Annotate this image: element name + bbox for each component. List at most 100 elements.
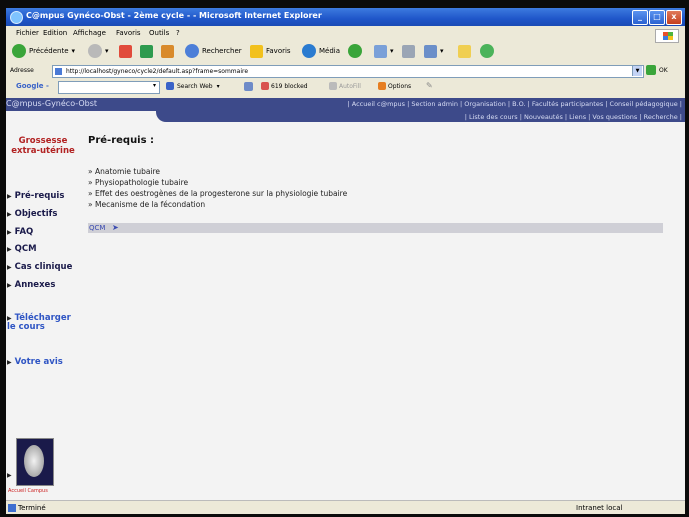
star-icon: [250, 44, 263, 58]
pencil-icon[interactable]: ✎: [426, 81, 433, 90]
top-nav-links[interactable]: | Accueil c@mpus | Section admin | Organ…: [347, 100, 682, 108]
popup-blocker-button[interactable]: 619 blocked: [261, 82, 308, 90]
next-section-bar: QCM ➤: [88, 223, 663, 233]
security-zone: Intranet local: [576, 504, 623, 512]
edit-button[interactable]: ▾: [424, 43, 444, 59]
popup-blocker-icon: [261, 82, 269, 90]
list-item: » Mecanisme de la fécondation: [88, 200, 206, 209]
site-header: C@mpus-Gynéco-Obst | Accueil c@mpus | Se…: [6, 98, 685, 111]
stop-button[interactable]: [119, 43, 132, 59]
list-item: » Anatomie tubaire: [88, 167, 161, 176]
google-logo[interactable]: Google -: [16, 82, 49, 90]
minimize-button[interactable]: _: [632, 10, 648, 25]
home-icon: [161, 44, 174, 58]
search-web-button[interactable]: Search Web ▾: [166, 82, 220, 90]
refresh-icon: [140, 44, 153, 58]
stop-icon: [119, 44, 132, 58]
menu-affichage[interactable]: Affichage: [73, 29, 106, 37]
sidebar-item-prerequis[interactable]: ▶ Pré-requis: [7, 191, 64, 201]
address-label: Adresse: [10, 67, 34, 74]
go-arrow-icon: [646, 65, 656, 75]
go-button[interactable]: OK: [646, 65, 668, 75]
print-icon: [402, 44, 415, 58]
bullet-arrow-icon: ▶: [7, 282, 12, 289]
ie-window: C@mpus Gynéco-Obst - 2ème cycle - - Micr…: [6, 8, 685, 514]
menu-edition[interactable]: Edition: [43, 29, 67, 37]
menu-bar: Fichier Edition Affichage Favoris Outils…: [6, 26, 685, 43]
site-brand[interactable]: C@mpus-Gynéco-Obst: [6, 99, 97, 108]
list-item: » Effet des oestrogènes de la progestero…: [88, 189, 348, 198]
status-text: Terminé: [18, 504, 46, 512]
chevron-down-icon: ▾: [71, 47, 76, 55]
messenger-button[interactable]: [480, 43, 494, 59]
google-search-icon: [166, 82, 174, 90]
campus-logo[interactable]: [16, 438, 54, 486]
sidebar-item-annexes[interactable]: ▶ Annexes: [7, 280, 55, 290]
folder-icon: [458, 44, 471, 58]
chevron-down-icon: ▾: [216, 82, 220, 90]
messenger-icon: [480, 44, 494, 58]
page-title: Pré-requis :: [88, 135, 155, 146]
chevron-down-icon: ▾: [390, 47, 394, 55]
mail-button[interactable]: ▾: [374, 43, 394, 59]
options-icon: [378, 82, 386, 90]
bullet-arrow-icon: ▶: [7, 359, 12, 366]
sidebar-item-faq[interactable]: ▶ FAQ: [7, 227, 33, 237]
campus-home-caption[interactable]: Accueil Campus: [8, 488, 48, 494]
chevron-down-icon[interactable]: ▼: [632, 66, 642, 76]
feedback-link[interactable]: ▶ Votre avis: [7, 357, 63, 367]
history-button[interactable]: [348, 43, 362, 59]
menu-fichier[interactable]: Fichier: [16, 29, 39, 37]
menu-favoris[interactable]: Favoris: [116, 29, 141, 37]
autofill-button[interactable]: AutoFill: [329, 82, 361, 90]
page-info-icon[interactable]: [244, 82, 253, 91]
media-button[interactable]: Média: [302, 43, 340, 59]
home-button[interactable]: [161, 43, 174, 59]
status-bar: Terminé Intranet local: [6, 500, 685, 514]
menu-help[interactable]: ?: [176, 29, 180, 37]
autofill-icon: [329, 82, 337, 90]
bullet-arrow-icon: ▶: [7, 229, 12, 236]
refresh-button[interactable]: [140, 43, 153, 59]
sub-nav: | Liste des cours | Nouveautés | Liens |…: [156, 111, 685, 122]
back-button[interactable]: Précédente ▾: [12, 43, 75, 59]
page-icon: [55, 68, 62, 75]
chevron-down-icon: ▾: [440, 47, 444, 55]
sub-nav-links[interactable]: | Liste des cours | Nouveautés | Liens |…: [465, 113, 682, 121]
menu-outils[interactable]: Outils: [149, 29, 169, 37]
history-icon: [348, 44, 362, 58]
chevron-down-icon[interactable]: ▾: [153, 82, 156, 89]
mail-icon: [374, 44, 387, 58]
options-button[interactable]: Options: [378, 82, 411, 90]
sidebar-item-cas-clinique[interactable]: ▶ Cas clinique: [7, 262, 72, 272]
standard-toolbar: Précédente ▾ ▾ Rechercher Favoris Média: [6, 40, 685, 62]
print-button[interactable]: [402, 43, 415, 59]
forward-button[interactable]: ▾: [88, 43, 109, 59]
ie-icon: [10, 11, 23, 24]
address-input[interactable]: http://localhost/gyneco/cycle2/default.a…: [52, 65, 644, 78]
window-title: C@mpus Gynéco-Obst - 2ème cycle - - Micr…: [26, 11, 322, 20]
course-sidebar: Grossesse extra-utérine ▶ Pré-requis ▶ Obj…: [6, 122, 82, 500]
title-bar: C@mpus Gynéco-Obst - 2ème cycle - - Micr…: [6, 8, 685, 26]
favorites-button[interactable]: Favoris: [250, 43, 291, 59]
maximize-button[interactable]: □: [649, 10, 665, 25]
arrow-right-icon[interactable]: ➤: [112, 223, 119, 232]
course-title: Grossesse extra-utérine: [11, 136, 75, 156]
close-button[interactable]: x: [666, 10, 682, 25]
search-button[interactable]: Rechercher: [185, 43, 242, 59]
web-page: C@mpus-Gynéco-Obst | Accueil c@mpus | Se…: [6, 98, 685, 500]
bullet-arrow-icon: ▶: [7, 193, 12, 200]
prerequisite-list: » Anatomie tubaire » Physiopathologie tu…: [88, 166, 347, 210]
sidebar-item-objectifs[interactable]: ▶ Objectifs: [7, 209, 57, 219]
list-item: » Physiopathologie tubaire: [88, 178, 189, 187]
forward-arrow-icon: [88, 44, 102, 58]
qcm-link[interactable]: QCM: [89, 224, 105, 232]
google-search-input[interactable]: [58, 81, 160, 94]
sidebar-item-qcm[interactable]: ▶ QCM: [7, 244, 37, 254]
download-course-link[interactable]: ▶ Télécharger le cours: [7, 314, 81, 332]
media-icon: [302, 44, 316, 58]
back-arrow-icon: [12, 44, 26, 58]
bullet-arrow-icon: ▶: [7, 315, 12, 322]
bullet-arrow-icon: ▶: [7, 246, 12, 253]
folder-button[interactable]: [458, 43, 471, 59]
